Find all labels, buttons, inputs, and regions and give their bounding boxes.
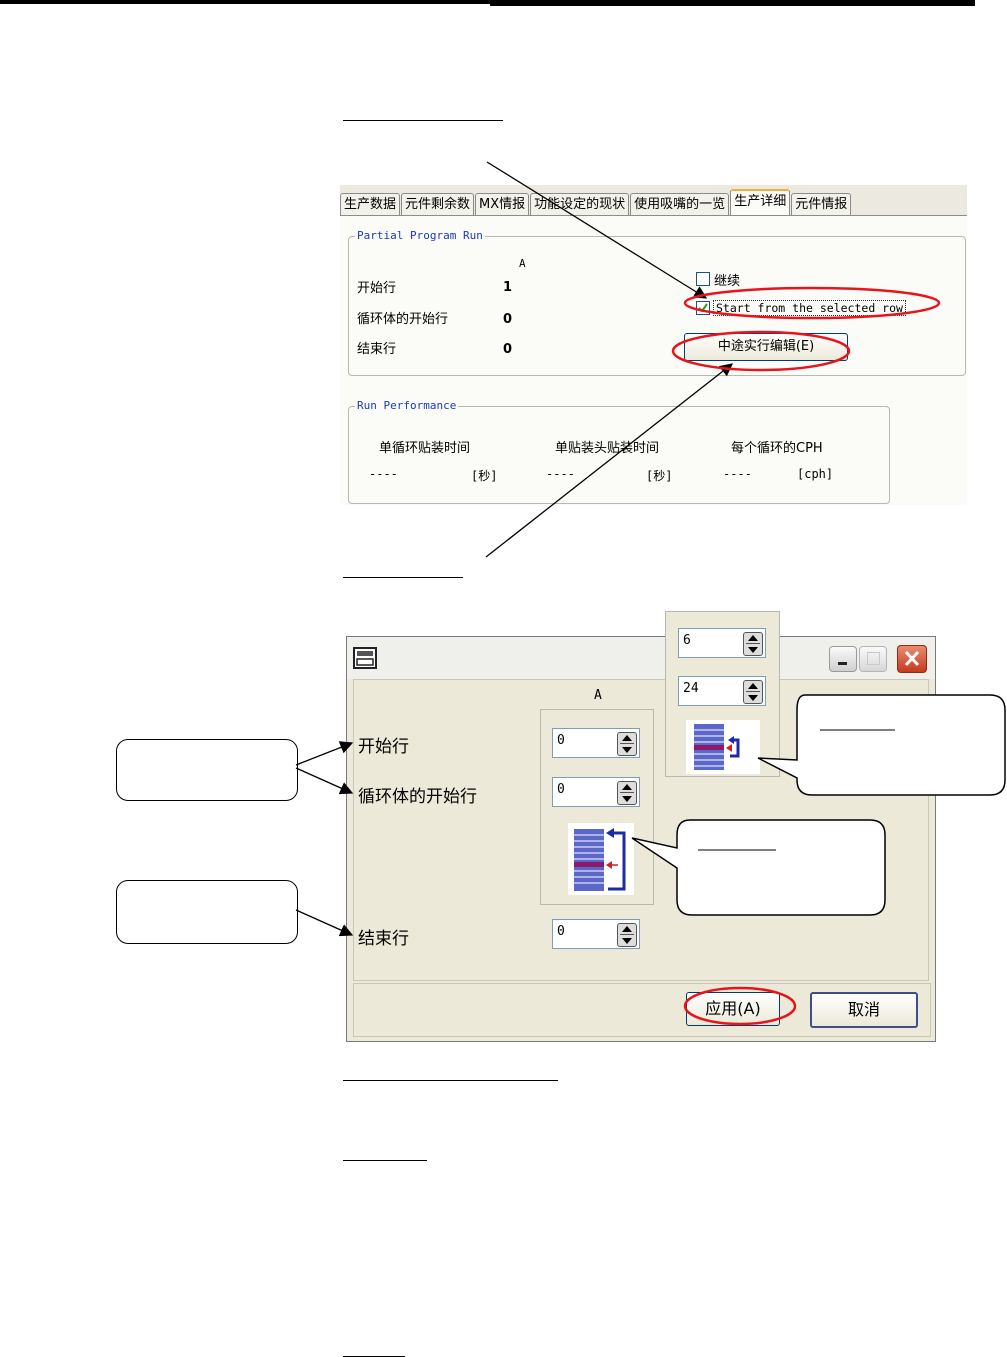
speech-callouts: [295, 161, 1006, 1026]
